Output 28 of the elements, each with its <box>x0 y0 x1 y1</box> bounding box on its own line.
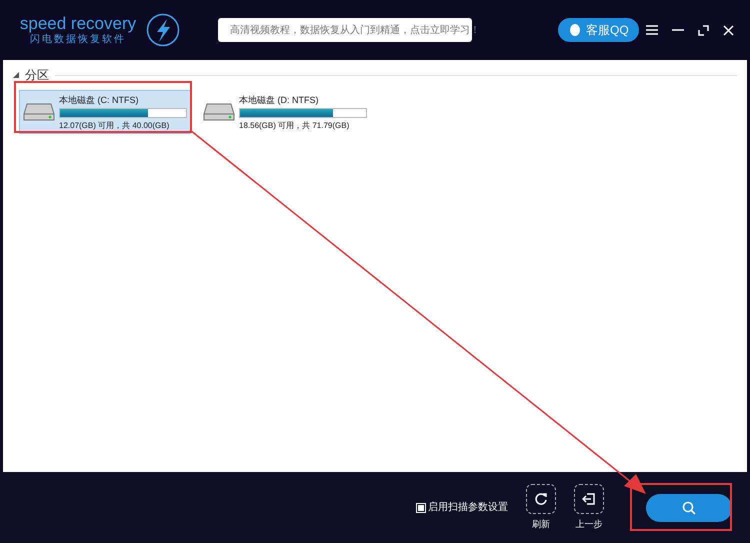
drive-name: 本地磁盘 (C: NTFS) <box>59 94 140 106</box>
lightning-logo-icon <box>146 13 180 47</box>
exit-arrow-icon <box>582 492 596 506</box>
scan-settings-label: 启用扫描参数设置 <box>428 500 508 515</box>
drive-item[interactable]: 本地磁盘 (C: NTFS) 12.07(GB) 可用，共 40.00(GB) <box>19 90 191 134</box>
back-button[interactable] <box>574 484 604 514</box>
drive-name: 本地磁盘 (D: NTFS) <box>239 94 320 106</box>
scan-settings-checkbox[interactable] <box>416 502 426 512</box>
refresh-label: 刷新 <box>532 518 550 531</box>
collapse-triangle-icon[interactable] <box>13 72 19 78</box>
hard-drive-icon <box>203 102 235 122</box>
menu-icon[interactable] <box>646 25 658 35</box>
minimize-icon[interactable] <box>672 29 684 31</box>
refresh-icon <box>534 492 548 506</box>
refresh-button[interactable] <box>526 484 556 514</box>
drive-item[interactable]: 本地磁盘 (D: NTFS) 18.56(GB) 可用，共 71.79(GB) <box>199 90 371 134</box>
support-qq-button[interactable]: 客服QQ <box>558 18 639 42</box>
search-icon <box>682 500 696 514</box>
drive-usage: 12.07(GB) 可用，共 40.00(GB) <box>59 120 170 130</box>
logo-subtitle: 闪电数据恢复软件 <box>30 34 126 46</box>
hard-drive-icon <box>23 102 55 122</box>
maximize-icon[interactable] <box>698 24 709 36</box>
section-title: 分区 <box>25 67 49 84</box>
logo-text: speed recovery <box>20 14 136 34</box>
back-label: 上一步 <box>576 518 602 531</box>
drive-usage: 18.56(GB) 可用，共 71.79(GB) <box>239 120 350 130</box>
scan-button[interactable] <box>646 494 732 522</box>
close-icon[interactable] <box>723 24 734 36</box>
